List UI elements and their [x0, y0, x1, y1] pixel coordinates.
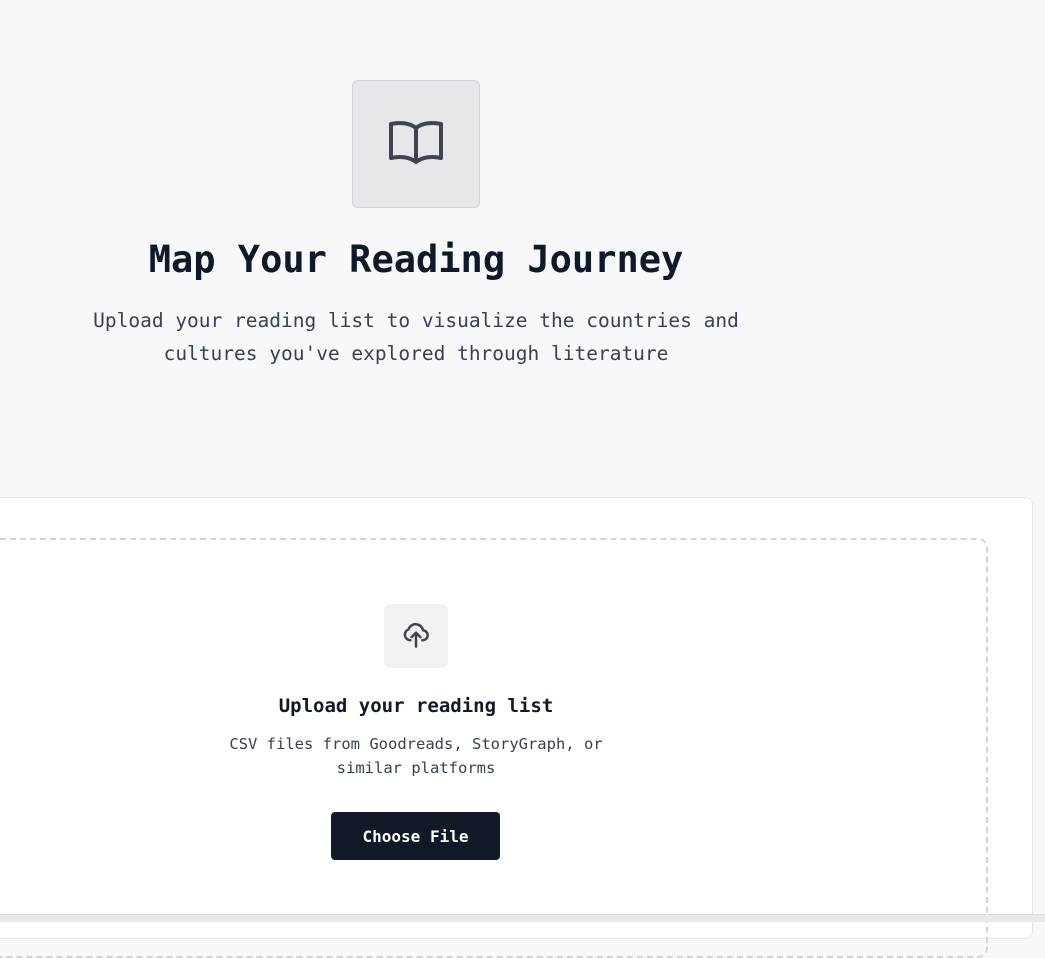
book-open-icon — [388, 118, 444, 170]
upload-icon-container — [384, 604, 448, 668]
hero-icon-container — [352, 80, 480, 208]
cloud-upload-icon — [401, 619, 431, 653]
page-title: Map Your Reading Journey — [148, 238, 684, 281]
upload-description: CSV files from Goodreads, StoryGraph, or… — [229, 735, 603, 777]
horizontal-scrollbar[interactable] — [0, 914, 1045, 922]
upload-title: Upload your reading list — [278, 695, 554, 717]
page-subtitle: Upload your reading list to visualize th… — [93, 309, 739, 365]
choose-file-button[interactable]: Choose File — [331, 812, 500, 860]
